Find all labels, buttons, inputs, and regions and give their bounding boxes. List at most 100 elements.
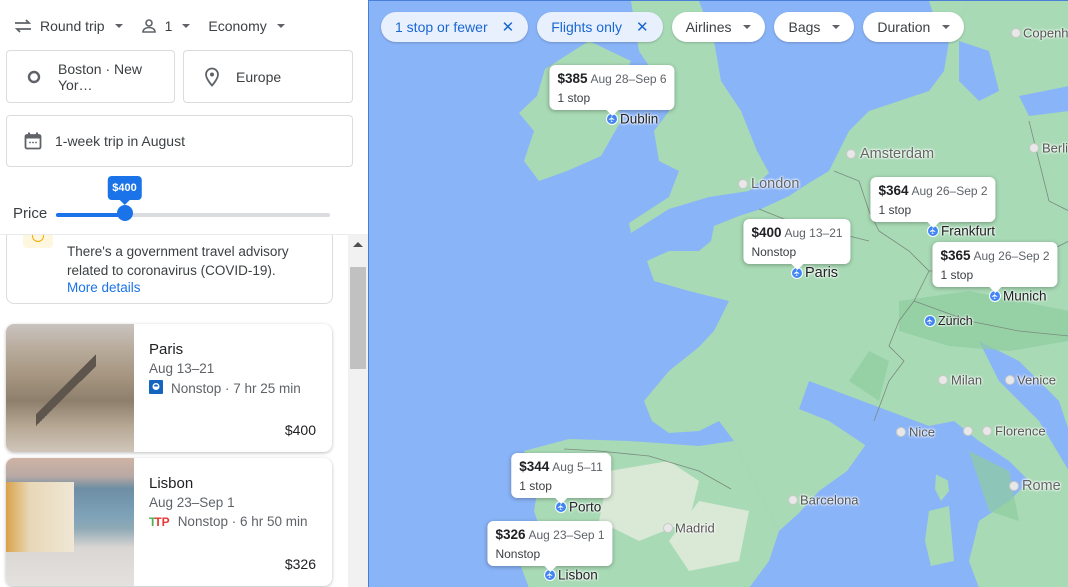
airport-label-frankfurt[interactable]: Frankfurt [941, 224, 995, 239]
travel-advisory-card: There's a government travel advisory rel… [6, 235, 333, 304]
price-callout-paris[interactable]: $400 Aug 13–21 Nonstop [743, 219, 851, 270]
callout-price: $400 [751, 225, 782, 240]
result-flight-text: Nonstop · 6 hr 50 min [177, 514, 308, 529]
result-dates: Aug 23–Sep 1 [149, 495, 235, 510]
price-callout-dublin[interactable]: $385 Aug 28–Sep 6 1 stop [549, 65, 675, 116]
city-label-berlin: Berlin [1042, 140, 1068, 156]
location-pin-icon [202, 67, 222, 87]
results-list: There's a government travel advisory rel… [0, 234, 348, 587]
search-panel: Round trip 1 Economy Boston · New Yor… E… [0, 0, 368, 587]
callout-dates: Aug 28–Sep 6 [590, 72, 667, 86]
filter-chip-duration[interactable]: Duration [863, 12, 965, 42]
origin-value: Boston · New Yor… [57, 60, 143, 93]
callout-stops: 1 stop [519, 479, 552, 493]
chip-label: Duration [877, 19, 931, 35]
person-icon [141, 19, 156, 33]
airport-label-paris[interactable]: Paris [805, 265, 838, 281]
city-label-amsterdam: Amsterdam [860, 146, 935, 162]
map-geography [519, 1, 1068, 587]
price-value-bubble: $400 [107, 176, 142, 205]
result-card-lisbon[interactable]: Lisbon Aug 23–Sep 1 TTP Nonstop · 6 hr 5… [6, 458, 332, 586]
advisory-text: There's a government travel advisory rel… [67, 244, 289, 278]
city-label-madrid: Madrid [675, 520, 715, 536]
filter-chip-flights-only[interactable]: Flights only ✕ [537, 12, 663, 42]
origin-input[interactable]: Boston · New Yor… [6, 50, 175, 103]
passengers-select[interactable]: 1 [141, 18, 191, 34]
tap-portugal-logo-icon: TTP [149, 514, 170, 529]
city-dot [938, 375, 948, 385]
airport-label-dublin[interactable]: Dublin [620, 112, 658, 127]
price-callout-munich[interactable]: $365 Aug 26–Sep 2 1 stop [932, 242, 1058, 293]
city-label-nice: Nice [909, 424, 936, 440]
close-icon[interactable]: ✕ [502, 18, 515, 36]
callout-price: $385 [557, 71, 588, 86]
trip-type-select[interactable]: Round trip [14, 18, 123, 34]
city-dot [788, 495, 798, 505]
airport-label-munich[interactable]: Munich [1003, 289, 1047, 304]
close-icon[interactable]: ✕ [636, 18, 649, 36]
chevron-down-icon [743, 25, 752, 29]
scroll-up-arrow-icon[interactable] [353, 242, 363, 247]
trip-type-label: Round trip [40, 18, 105, 34]
destination-photo [6, 458, 134, 586]
result-card-paris[interactable]: Paris Aug 13–21 Nonstop · 7 hr 25 min $4… [6, 324, 332, 452]
city-label-rome: Rome [1022, 478, 1061, 494]
dates-value: 1-week trip in August [55, 133, 185, 149]
price-callout-frankfurt[interactable]: $364 Aug 26–Sep 2 1 stop [870, 177, 996, 228]
filter-chip-airlines[interactable]: Airlines [671, 12, 766, 42]
price-filter: Price [0, 175, 368, 230]
airport-label-porto[interactable]: Porto [569, 500, 601, 515]
origin-circle-icon [25, 70, 44, 84]
destination-input[interactable]: Europe [183, 50, 353, 103]
passengers-count: 1 [164, 18, 173, 34]
city-dot [896, 427, 906, 437]
chevron-down-icon [832, 25, 841, 29]
scrollbar-thumb[interactable] [350, 267, 366, 369]
trip-options-row: Round trip 1 Economy [14, 14, 303, 38]
google-flights-explore: Round trip 1 Economy Boston · New Yor… E… [0, 0, 1068, 587]
airport-label-lisbon[interactable]: Lisbon [558, 568, 598, 583]
callout-stops: 1 stop [940, 268, 974, 282]
result-city: Lisbon [149, 475, 194, 492]
city-dot [963, 426, 973, 436]
city-dot [1029, 143, 1039, 153]
price-slider-thumb[interactable] [116, 205, 133, 221]
filter-chip-bags[interactable]: Bags [774, 12, 855, 42]
warning-icon [23, 235, 53, 248]
city-dot [846, 149, 856, 159]
cabin-class-select[interactable]: Economy [208, 18, 285, 34]
callout-price: $326 [495, 527, 526, 542]
city-dot [1009, 481, 1019, 491]
dates-input[interactable]: 1-week trip in August [6, 115, 353, 167]
price-callout-porto[interactable]: $344 Aug 5–11 1 stop [511, 453, 611, 504]
filter-chip-stops[interactable]: 1 stop or fewer ✕ [381, 12, 529, 42]
callout-dates: Aug 26–Sep 2 [973, 249, 1050, 263]
result-city: Paris [149, 341, 184, 358]
airport-label-zurich[interactable]: Zürich [938, 314, 973, 328]
calendar-icon [23, 132, 43, 150]
city-label-florence: Florence [995, 423, 1046, 439]
result-price: $400 [284, 422, 316, 438]
swap-arrows-icon [14, 19, 32, 33]
city-label-barcelona: Barcelona [800, 492, 859, 508]
city-label-milan: Milan [951, 372, 983, 388]
airport-pin-zurich[interactable] [924, 315, 936, 327]
city-dot [1005, 375, 1015, 385]
chip-label: Flights only [551, 19, 622, 35]
destination-photo [6, 324, 134, 452]
price-callout-lisbon[interactable]: $326 Aug 23–Sep 1 Nonstop [487, 521, 613, 572]
city-dot [663, 523, 673, 533]
destination-map[interactable]: 1 stop or fewer ✕ Flights only ✕ Airline… [368, 0, 1068, 587]
cabin-class-label: Economy [208, 18, 267, 34]
chevron-down-icon [114, 24, 123, 28]
price-slider-track[interactable] [56, 213, 330, 217]
callout-stops: Nonstop [495, 547, 541, 561]
city-dot [738, 179, 748, 189]
results-scrollbar[interactable] [348, 234, 368, 587]
callout-price: $364 [878, 183, 909, 198]
more-details-link[interactable]: More details [67, 280, 141, 295]
callout-price: $344 [519, 459, 550, 474]
chevron-down-icon [942, 25, 951, 29]
chip-label: 1 stop or fewer [395, 19, 488, 35]
callout-dates: Aug 26–Sep 2 [911, 184, 988, 198]
